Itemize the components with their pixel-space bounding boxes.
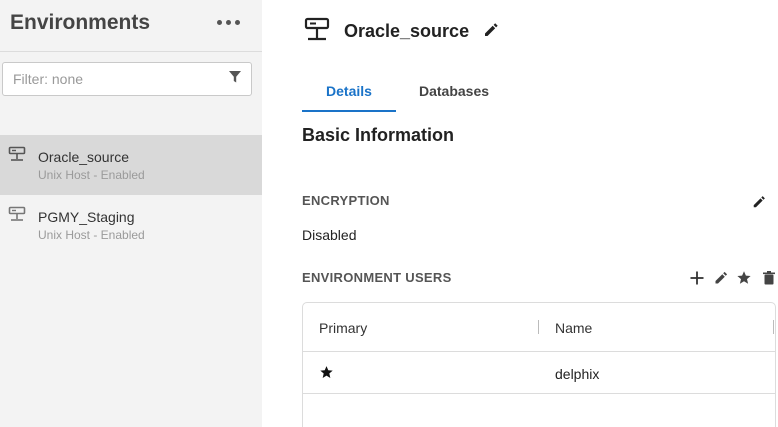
sidebar-item-oracle-source[interactable]: Oracle_source Unix Host - Enabled: [0, 135, 262, 195]
pencil-icon[interactable]: [483, 22, 499, 38]
environment-details-panel: Oracle_source Details Databases Basic In…: [262, 0, 778, 427]
tab-details[interactable]: Details: [302, 80, 396, 112]
pencil-icon[interactable]: [752, 195, 766, 209]
host-icon: [8, 146, 26, 161]
filter-input[interactable]: [3, 63, 221, 95]
tab-databases[interactable]: Databases: [408, 80, 500, 112]
encryption-value: Disabled: [302, 227, 357, 243]
filter-icon[interactable]: [228, 70, 242, 84]
encryption-label: ENCRYPTION: [302, 193, 390, 208]
user-name: delphix: [555, 366, 600, 382]
tab-label: Details: [326, 83, 372, 99]
sidebar-header: Environments: [0, 0, 262, 52]
more-horizontal-icon[interactable]: [215, 10, 243, 34]
page-title: Oracle_source: [344, 21, 470, 41]
env-status: Unix Host - Enabled: [38, 168, 145, 182]
pencil-icon[interactable]: [713, 270, 729, 286]
host-icon: [8, 206, 26, 221]
table-header: Primary Name: [303, 303, 775, 352]
environment-users-label: ENVIRONMENT USERS: [302, 270, 452, 285]
sidebar-title: Environments: [10, 11, 151, 34]
env-name: Oracle_source: [38, 149, 130, 165]
star-icon: [320, 366, 333, 378]
environment-users-table: Primary Name delphix: [302, 302, 776, 427]
column-header-name[interactable]: Name: [555, 320, 592, 336]
section-title: Basic Information: [302, 125, 455, 145]
table-row[interactable]: delphix: [303, 352, 775, 394]
host-icon: [304, 17, 330, 41]
tab-label: Databases: [418, 83, 490, 99]
column-header-primary[interactable]: Primary: [319, 320, 367, 336]
column-divider[interactable]: [538, 320, 539, 334]
plus-icon[interactable]: [689, 270, 705, 286]
env-name: PGMY_Staging: [38, 209, 135, 225]
env-status: Unix Host - Enabled: [38, 228, 145, 242]
sidebar-item-pgmy-staging[interactable]: PGMY_Staging Unix Host - Enabled: [0, 195, 262, 255]
trash-icon[interactable]: [761, 270, 777, 286]
column-divider[interactable]: [773, 320, 774, 334]
environments-sidebar: Environments Oracle_source Unix Host - E…: [0, 0, 262, 427]
star-icon[interactable]: [736, 270, 752, 286]
filter-box: [2, 62, 252, 96]
